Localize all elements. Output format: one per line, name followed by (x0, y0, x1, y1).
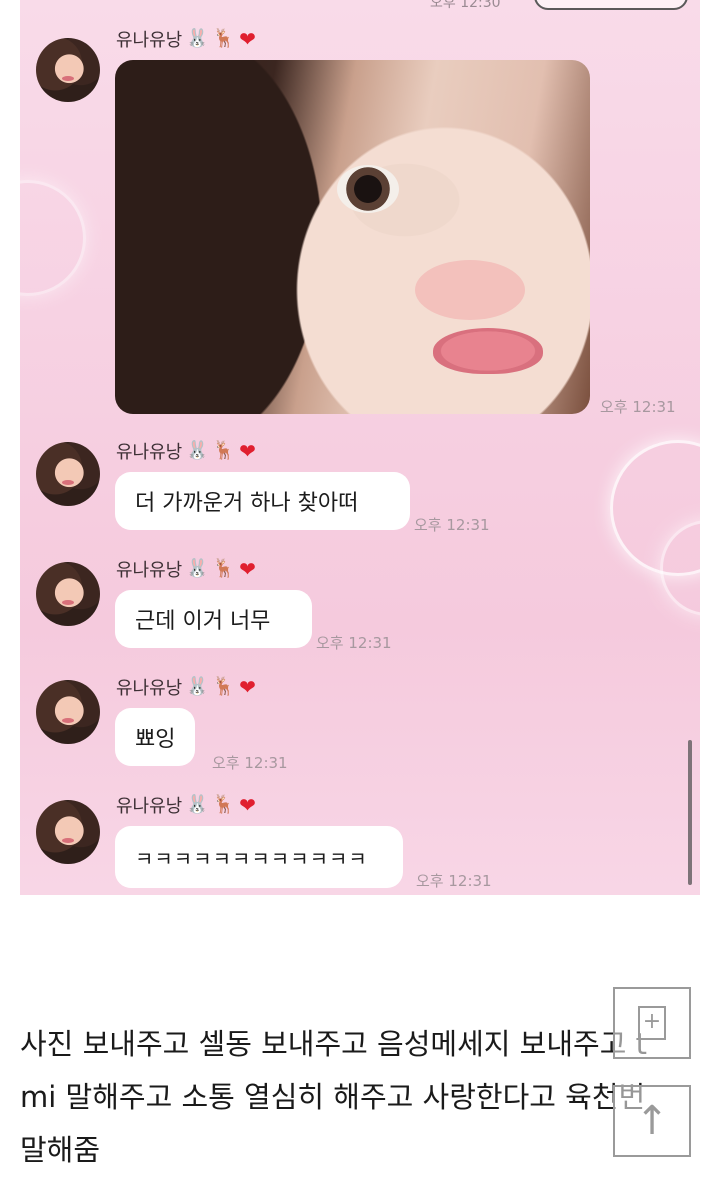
rabbit-icon: 🐰 (186, 558, 209, 579)
sender-name: 유나유낭 (116, 678, 183, 699)
rabbit-icon: 🐰 (186, 28, 209, 49)
message-time: 오후 12:30 (430, 0, 501, 11)
rabbit-icon: 🐰 (186, 440, 209, 461)
deer-icon: 🦌 (212, 676, 236, 697)
sender-name-row: 유나유낭 🐰 🦌 ❤ (116, 556, 256, 582)
avatar[interactable] (36, 38, 100, 102)
message-bubble[interactable]: 뾰잉 (115, 708, 195, 766)
caption-line: 말해줌 (20, 1133, 101, 1167)
sender-name-row: 유나유낭 🐰 🦌 ❤ (116, 438, 256, 464)
message-bubble[interactable]: 근데 이거 너무 (115, 590, 312, 648)
avatar[interactable] (36, 800, 100, 864)
photo-detail (415, 260, 525, 320)
rabbit-icon: 🐰 (186, 676, 209, 697)
sender-name: 유나유낭 (116, 30, 183, 51)
deer-icon: 🦌 (212, 440, 236, 461)
scroll-top-button[interactable]: ↑ (613, 1085, 691, 1157)
sender-name-row: 유나유낭 🐰 🦌 ❤ (116, 674, 256, 700)
message-bubble[interactable]: 더 가까운거 하나 찾아떠 (115, 472, 410, 530)
deer-icon: 🦌 (212, 28, 236, 49)
heart-icon: ❤ (239, 439, 256, 463)
caption-line: mi 말해주고 소통 열심히 해주고 사랑한다고 육천번 (20, 1080, 646, 1114)
sender-name: 유나유낭 (116, 442, 183, 463)
scrollbar[interactable] (688, 740, 692, 885)
caption-line: 사진 보내주고 셀동 보내주고 음성메세지 보내주고 t (20, 1027, 647, 1061)
deer-icon: 🦌 (212, 558, 236, 579)
photo-detail (337, 165, 399, 213)
heart-icon: ❤ (239, 675, 256, 699)
message-bubble[interactable]: ㅋㅋㅋㅋㅋㅋㅋㅋㅋㅋㅋㅋ (115, 826, 403, 888)
post-caption: 사진 보내주고 셀동 보내주고 음성메세지 보내주고 t mi 말해주고 소통 … (20, 1018, 690, 1177)
message-time: 오후 12:31 (212, 754, 288, 772)
message-time: 오후 12:31 (414, 516, 490, 534)
heart-icon: ❤ (239, 27, 256, 51)
deer-icon: 🦌 (212, 794, 236, 815)
plus-doc-icon: + (638, 1006, 666, 1040)
arrow-up-icon: ↑ (635, 1098, 669, 1144)
sender-name-row: 유나유낭 🐰 🦌 ❤ (116, 26, 256, 52)
sender-name-row: 유나유낭 🐰 🦌 ❤ (116, 792, 256, 818)
avatar[interactable] (36, 442, 100, 506)
message-time: 오후 12:31 (316, 634, 392, 652)
avatar[interactable] (36, 562, 100, 626)
add-float-button[interactable]: + (613, 987, 691, 1059)
heart-icon: ❤ (239, 557, 256, 581)
photo-detail (433, 328, 543, 374)
sender-name: 유나유낭 (116, 560, 183, 581)
heart-icon: ❤ (239, 793, 256, 817)
message-time: 오후 12:31 (600, 398, 676, 416)
top-pill (534, 0, 688, 10)
message-time: 오후 12:31 (416, 872, 492, 890)
decor-bubble (20, 180, 86, 296)
sender-name: 유나유낭 (116, 796, 183, 817)
avatar[interactable] (36, 680, 100, 744)
chat-screenshot: 오후 12:30 유나유낭 🐰 🦌 ❤ 오후 12:31 유나유낭 🐰 🦌 ❤ … (20, 0, 700, 895)
rabbit-icon: 🐰 (186, 794, 209, 815)
shared-photo[interactable] (115, 60, 590, 414)
